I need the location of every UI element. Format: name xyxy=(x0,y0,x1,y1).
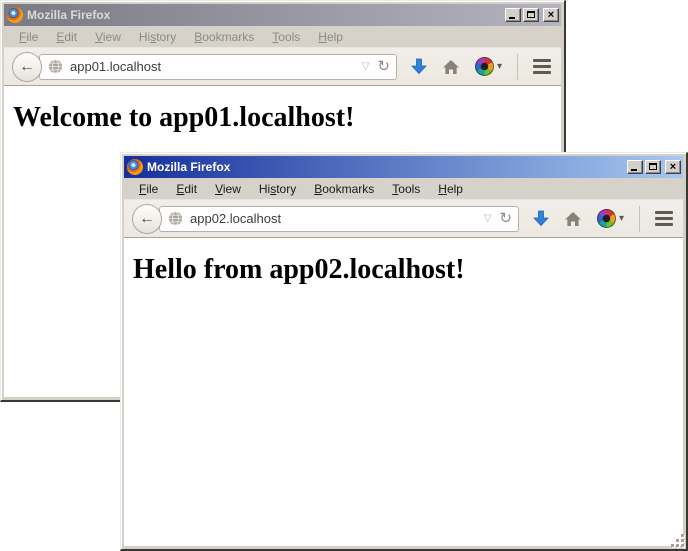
minimize-icon xyxy=(509,17,515,19)
url-bar[interactable]: app02.localhost ▽ ↻ xyxy=(159,206,519,232)
menu-item-view[interactable]: View xyxy=(86,27,130,47)
url-text[interactable]: app02.localhost xyxy=(190,211,484,226)
minimize-button[interactable] xyxy=(505,8,521,22)
urlbar-dropdown-icon[interactable]: ▽ xyxy=(362,61,370,72)
navigation-toolbar: ← app01.localhost ▽ ↻ ▾ xyxy=(4,48,561,86)
globe-icon xyxy=(48,59,63,74)
search-caret-icon: ▾ xyxy=(619,213,624,224)
window-title: Mozilla Firefox xyxy=(147,160,627,174)
page-heading: Hello from app02.localhost! xyxy=(133,254,683,286)
toolbar-separator xyxy=(639,206,640,232)
menu-hamburger-button[interactable] xyxy=(533,57,551,76)
minimize-icon xyxy=(631,169,637,171)
maximize-button[interactable] xyxy=(645,160,661,174)
firefox-logo-icon xyxy=(7,7,23,23)
menu-item-view[interactable]: View xyxy=(206,179,250,199)
back-button[interactable]: ← xyxy=(12,52,42,82)
menu-hamburger-button[interactable] xyxy=(655,209,673,228)
home-button[interactable] xyxy=(564,211,582,227)
menu-bar: FileEditViewHistoryBookmarksToolsHelp xyxy=(124,178,683,200)
maximize-icon xyxy=(527,11,535,18)
close-button[interactable]: × xyxy=(665,160,681,174)
search-engine-icon xyxy=(475,57,494,76)
browser-content: Hello from app02.localhost! xyxy=(124,238,683,546)
search-engine-icon xyxy=(597,209,616,228)
home-button[interactable] xyxy=(442,59,460,75)
maximize-button[interactable] xyxy=(523,8,539,22)
page-heading: Welcome to app01.localhost! xyxy=(13,102,561,134)
search-engine-button[interactable]: ▾ xyxy=(475,57,502,76)
globe-icon xyxy=(168,211,183,226)
reload-icon[interactable]: ↻ xyxy=(499,211,512,226)
resize-grip[interactable] xyxy=(671,534,685,548)
menu-item-help[interactable]: Help xyxy=(309,27,352,47)
menu-item-history[interactable]: History xyxy=(130,27,185,47)
menu-item-help[interactable]: Help xyxy=(429,179,472,199)
menu-item-file[interactable]: File xyxy=(10,27,47,47)
downloads-button[interactable] xyxy=(533,210,549,227)
menu-item-edit[interactable]: Edit xyxy=(167,179,206,199)
window-title: Mozilla Firefox xyxy=(27,8,505,22)
close-button[interactable]: × xyxy=(543,8,559,22)
menu-item-edit[interactable]: Edit xyxy=(47,27,86,47)
firefox-window-app02: Mozilla Firefox × FileEditViewHistoryBoo… xyxy=(120,152,688,551)
menu-item-bookmarks[interactable]: Bookmarks xyxy=(305,179,383,199)
menu-item-file[interactable]: File xyxy=(130,179,167,199)
back-button[interactable]: ← xyxy=(132,204,162,234)
toolbar-separator xyxy=(517,54,518,80)
search-caret-icon: ▾ xyxy=(497,61,502,72)
menu-bar: FileEditViewHistoryBookmarksToolsHelp xyxy=(4,26,561,48)
menu-item-tools[interactable]: Tools xyxy=(383,179,429,199)
urlbar-dropdown-icon[interactable]: ▽ xyxy=(484,213,492,224)
downloads-button[interactable] xyxy=(411,58,427,75)
maximize-icon xyxy=(649,163,657,170)
search-engine-button[interactable]: ▾ xyxy=(597,209,624,228)
menu-item-bookmarks[interactable]: Bookmarks xyxy=(185,27,263,47)
url-bar[interactable]: app01.localhost ▽ ↻ xyxy=(39,54,397,80)
titlebar[interactable]: Mozilla Firefox × xyxy=(124,156,683,178)
navigation-toolbar: ← app02.localhost ▽ ↻ ▾ xyxy=(124,200,683,238)
url-text[interactable]: app01.localhost xyxy=(70,59,362,74)
menu-item-history[interactable]: History xyxy=(250,179,305,199)
titlebar[interactable]: Mozilla Firefox × xyxy=(4,4,561,26)
reload-icon[interactable]: ↻ xyxy=(377,59,390,74)
firefox-logo-icon xyxy=(127,159,143,175)
menu-item-tools[interactable]: Tools xyxy=(263,27,309,47)
minimize-button[interactable] xyxy=(627,160,643,174)
